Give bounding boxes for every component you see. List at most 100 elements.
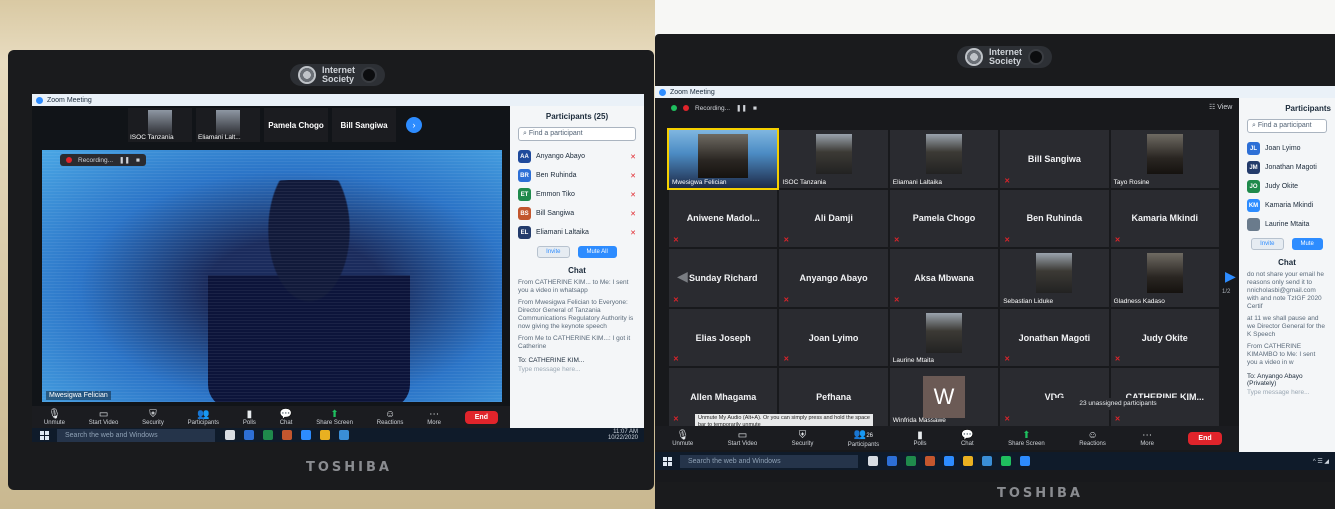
participant-row[interactable]: KM Kamaria Mkindi [1247, 196, 1327, 215]
start-video-button[interactable]: ▭ Start Video [89, 409, 119, 426]
task-view-icon[interactable] [225, 430, 235, 440]
tile-pamela-chogo[interactable]: Pamela Chogo [264, 108, 328, 142]
recording-indicator[interactable]: Recording... ❚❚ ■ [665, 102, 763, 114]
participant-row[interactable]: Laurine Mtaita [1247, 215, 1327, 234]
chat-button[interactable]: 💬 Chat [280, 409, 293, 426]
tile-eliamani[interactable]: Eliamani Lalt... [196, 108, 260, 142]
prev-page-icon[interactable]: ◀ [677, 268, 688, 285]
zoom-taskbar-icon[interactable] [1020, 456, 1030, 466]
end-meeting-button[interactable]: End [464, 410, 498, 424]
next-page-icon[interactable]: › [406, 117, 422, 133]
security-button[interactable]: ⛨ Security [142, 409, 164, 426]
invite-button[interactable]: Invite [537, 246, 570, 258]
zoom-taskbar-icon[interactable] [301, 430, 311, 440]
participant-tile[interactable]: Laurine Mtaita [889, 308, 999, 367]
participant-row[interactable]: JM Jonathan Magoti [1247, 158, 1327, 177]
participant-tile[interactable]: Joan Lyimo ✕ [779, 308, 888, 367]
participant-tile[interactable]: Pamela Chogo ✕ [889, 189, 999, 248]
participant-tile[interactable]: ISOC Tanzania [779, 130, 888, 188]
participant-tile[interactable]: Kamaria Mkindi ✕ [1110, 189, 1219, 248]
participants-button[interactable]: 👥26 Participants [848, 429, 879, 448]
next-page-icon[interactable]: ▶ [1225, 268, 1236, 285]
participant-row[interactable]: BS Bill Sangiwa ✕ [518, 204, 636, 223]
participant-name: Judy Okite [1265, 183, 1299, 190]
edge-icon[interactable] [887, 456, 897, 466]
participant-tile[interactable]: Aniwene Madol... ✕ [669, 189, 778, 248]
unmute-button[interactable]: 🎙 Unmute [44, 409, 65, 426]
chat-button[interactable]: 💬 Chat [961, 430, 974, 447]
participant-tile[interactable]: Anyango Abayo ✕ [779, 249, 888, 307]
chrome-icon[interactable] [320, 430, 330, 440]
chat-input[interactable]: Type message here... [518, 366, 636, 373]
word-icon[interactable] [944, 456, 954, 466]
participant-tile[interactable]: Mwesigwa Felician [666, 128, 780, 190]
tile-isoc-tanzania[interactable]: ISOC Tanzania [128, 108, 192, 142]
participant-row[interactable]: AA Anyango Abayo ✕ [518, 147, 636, 166]
find-participant-input[interactable]: ⌕ Find a participant [1247, 119, 1327, 133]
toolbar-label: Start Video [727, 440, 758, 447]
excel-icon[interactable] [906, 456, 916, 466]
tile-bill-sangiwa[interactable]: Bill Sangiwa [332, 108, 396, 142]
mute-all-button[interactable]: Mute All [577, 246, 617, 258]
more-button[interactable]: ⋯ More [1140, 430, 1154, 447]
participant-row[interactable]: BR Ben Ruhinda ✕ [518, 166, 636, 185]
more-button[interactable]: ⋯ More [427, 409, 441, 426]
edge-icon[interactable] [244, 430, 254, 440]
windows-start-icon[interactable] [40, 430, 49, 440]
participant-tile[interactable]: Eliamani Laltaika [889, 130, 999, 188]
participant-tile[interactable]: Tayo Rosine [1110, 130, 1219, 188]
chat-recipient-select[interactable]: To: Anyango Abayo (Privately) [1247, 373, 1327, 387]
avatar: EL [518, 226, 531, 239]
toolbar-label: Security [791, 440, 814, 447]
chrome-icon[interactable] [963, 456, 973, 466]
participant-tile[interactable]: Gladness Kadaso [1110, 249, 1219, 307]
recording-indicator[interactable]: Recording... ❚❚ ■ [60, 154, 146, 166]
participant-tile[interactable]: Jonathan Magoti ✕ [1000, 308, 1109, 367]
participant-tile[interactable]: Sebastian Liduke [1000, 249, 1109, 307]
polls-button[interactable]: ▮ Polls [914, 430, 927, 447]
pause-icon[interactable]: ❚❚ [119, 156, 130, 164]
mute-all-button[interactable]: Mute [1291, 238, 1323, 250]
participant-row[interactable]: JL Joan Lyimo [1247, 139, 1327, 158]
file-explorer-icon[interactable] [339, 430, 349, 440]
participant-tile[interactable]: Bill Sangiwa ✕ [1000, 130, 1109, 188]
share-screen-button[interactable]: ⬆ Share Screen [316, 409, 353, 426]
polls-button[interactable]: ▮ Polls [243, 409, 256, 426]
mic-muted-icon: ✕ [1004, 356, 1011, 364]
participant-tile[interactable]: Ali Damji ✕ [779, 189, 888, 248]
participant-row[interactable]: ET Emmon Tiko ✕ [518, 185, 636, 204]
find-participant-input[interactable]: ⌕ Find a participant [518, 127, 636, 141]
taskbar-search-box[interactable]: Search the web and Windows [680, 454, 858, 468]
unassigned-participants-banner[interactable]: 23 unassigned participants [1053, 398, 1183, 410]
share-screen-button[interactable]: ⬆ Share Screen [1008, 430, 1045, 447]
chat-input[interactable]: Type message here... [1247, 389, 1327, 396]
powerpoint-icon[interactable] [282, 430, 292, 440]
end-meeting-button[interactable]: End [1188, 431, 1222, 445]
invite-button[interactable]: Invite [1251, 238, 1284, 250]
start-video-button[interactable]: ▭ Start Video [728, 430, 758, 447]
excel-icon[interactable] [263, 430, 273, 440]
participant-tile[interactable]: Elias Joseph ✕ [669, 308, 778, 367]
participant-tile[interactable]: W Winfrida Massawe [889, 368, 999, 426]
unmute-button[interactable]: 🎙 Unmute [672, 430, 693, 447]
task-view-icon[interactable] [868, 456, 878, 466]
participant-tile[interactable]: Aksa Mbwana ✕ [889, 249, 999, 307]
reactions-button[interactable]: ☺ Reactions [377, 409, 404, 426]
view-button[interactable]: ☷ View [1209, 103, 1232, 111]
file-explorer-icon[interactable] [982, 456, 992, 466]
participant-row[interactable]: EL Eliamani Laltaika ✕ [518, 223, 636, 242]
security-button[interactable]: ⛨ Security [792, 430, 814, 447]
windows-start-icon[interactable] [663, 456, 672, 466]
reactions-button[interactable]: ☺ Reactions [1079, 430, 1106, 447]
participants-button[interactable]: 👥 Participants [188, 409, 219, 426]
taskbar-search-box[interactable]: Search the web and Windows [57, 428, 215, 442]
app-icon[interactable] [1001, 456, 1011, 466]
chat-recipient-select[interactable]: To: CATHERINE KIM... [518, 357, 636, 364]
stop-icon[interactable]: ■ [136, 157, 140, 164]
powerpoint-icon[interactable] [925, 456, 935, 466]
stop-icon[interactable]: ■ [753, 105, 757, 112]
pause-icon[interactable]: ❚❚ [736, 104, 747, 112]
participant-tile[interactable]: Ben Ruhinda ✕ [1000, 189, 1109, 248]
participant-row[interactable]: JO Judy Okite [1247, 177, 1327, 196]
participant-tile[interactable]: Judy Okite ✕ [1110, 308, 1219, 367]
